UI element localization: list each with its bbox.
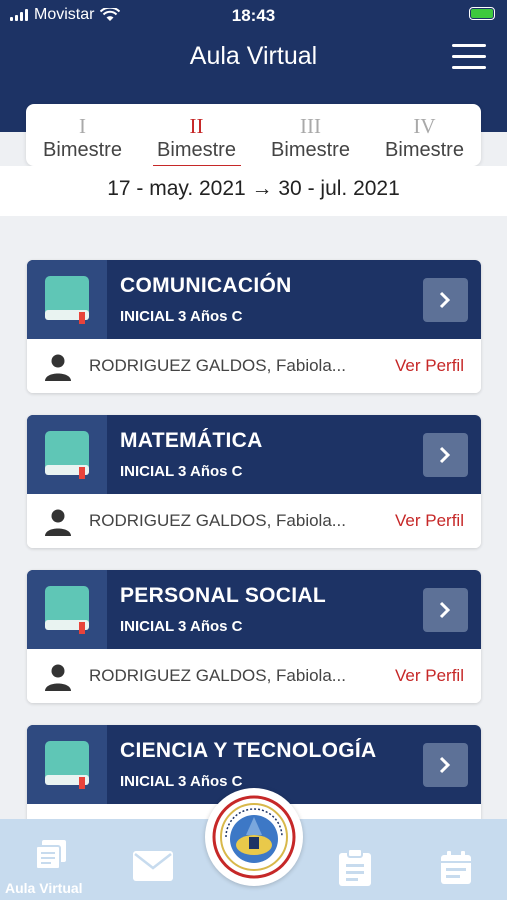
tab-numeral: IV [413, 114, 436, 138]
course-name: CIENCIA Y TECNOLOGÍA [120, 739, 377, 762]
teacher-name: RODRIGUEZ GALDOS, Fabiola... [89, 356, 346, 375]
tab-numeral: II [189, 114, 204, 138]
date-range: 17 - may. 2021 → 30 - jul. 2021 [107, 177, 400, 200]
tab-label: Bimestre [385, 139, 464, 161]
battery-icon [469, 7, 495, 20]
tab-label: Bimestre [43, 139, 122, 161]
book-icon [27, 725, 107, 804]
tab-term-3[interactable]: III Bimestre [254, 114, 367, 162]
book-icon [27, 570, 107, 649]
school-emblem-icon [212, 795, 296, 879]
course-header[interactable]: PERSONAL SOCIAL INICIAL 3 Años C [27, 570, 481, 649]
course-level: INICIAL 3 Años C [120, 308, 243, 325]
course-card: COMUNICACIÓN INICIAL 3 Años C RODRIGUEZ … [27, 260, 481, 393]
view-profile-link[interactable]: Ver Perfil [395, 511, 464, 531]
tab-term-1[interactable]: I Bimestre [26, 114, 139, 162]
tab-numeral: I [79, 114, 86, 138]
calendar-icon [441, 851, 471, 884]
book-stack-icon [35, 840, 66, 870]
teacher-name: RODRIGUEZ GALDOS, Fabiola... [89, 511, 346, 530]
view-profile-link[interactable]: Ver Perfil [395, 666, 464, 686]
open-course-button[interactable] [423, 588, 468, 632]
view-profile-link[interactable]: Ver Perfil [395, 356, 464, 376]
teacher-row: RODRIGUEZ GALDOS, Fabiola... Ver Perfil [27, 649, 481, 703]
tab-label: Bimestre [271, 139, 350, 161]
course-name: PERSONAL SOCIAL [120, 584, 326, 607]
tab-numeral: III [300, 114, 321, 138]
course-header[interactable]: MATEMÁTICA INICIAL 3 Años C [27, 415, 481, 494]
user-icon [45, 509, 71, 536]
nav-aula-virtual[interactable] [34, 839, 68, 876]
mail-icon [133, 851, 173, 881]
course-card: MATEMÁTICA INICIAL 3 Años C RODRIGUEZ GA… [27, 415, 481, 548]
school-emblem-button[interactable] [205, 788, 303, 886]
tab-label: Bimestre [157, 139, 236, 161]
book-icon [27, 415, 107, 494]
course-level: INICIAL 3 Años C [120, 618, 243, 635]
page-title: Aula Virtual [189, 42, 318, 70]
chevron-right-icon [439, 756, 451, 774]
nav-label-aula-virtual: Aula Virtual [5, 880, 83, 896]
course-header[interactable]: COMUNICACIÓN INICIAL 3 Años C [27, 260, 481, 339]
chevron-right-icon [439, 446, 451, 464]
open-course-button[interactable] [423, 743, 468, 787]
tab-term-4[interactable]: IV Bimestre [368, 114, 481, 162]
chevron-right-icon [439, 601, 451, 619]
chevron-right-icon [439, 291, 451, 309]
user-icon [45, 354, 71, 381]
open-course-button[interactable] [423, 278, 468, 322]
nav-calendar[interactable] [440, 851, 472, 890]
course-name: COMUNICACIÓN [120, 274, 292, 297]
course-card: PERSONAL SOCIAL INICIAL 3 Años C RODRIGU… [27, 570, 481, 703]
book-icon [27, 260, 107, 339]
clipboard-icon [339, 848, 371, 886]
tab-term-2[interactable]: II Bimestre [140, 114, 253, 168]
course-name: MATEMÁTICA [120, 429, 263, 452]
teacher-row: RODRIGUEZ GALDOS, Fabiola... Ver Perfil [27, 339, 481, 393]
clock: 18:43 [231, 6, 276, 25]
teacher-name: RODRIGUEZ GALDOS, Fabiola... [89, 666, 346, 685]
open-course-button[interactable] [423, 433, 468, 477]
nav-assignments[interactable] [338, 848, 372, 892]
teacher-row: RODRIGUEZ GALDOS, Fabiola... Ver Perfil [27, 494, 481, 548]
term-selector: I Bimestre II Bimestre III Bimestre IV B… [26, 104, 481, 168]
hamburger-menu-icon[interactable] [452, 44, 486, 70]
course-level: INICIAL 3 Años C [120, 773, 243, 790]
status-bar: Movistar 18:43 [0, 0, 507, 30]
course-level: INICIAL 3 Años C [120, 463, 243, 480]
user-icon [45, 664, 71, 691]
nav-messages[interactable] [133, 851, 173, 886]
date-range-bar: 17 - may. 2021 → 30 - jul. 2021 [0, 166, 507, 216]
